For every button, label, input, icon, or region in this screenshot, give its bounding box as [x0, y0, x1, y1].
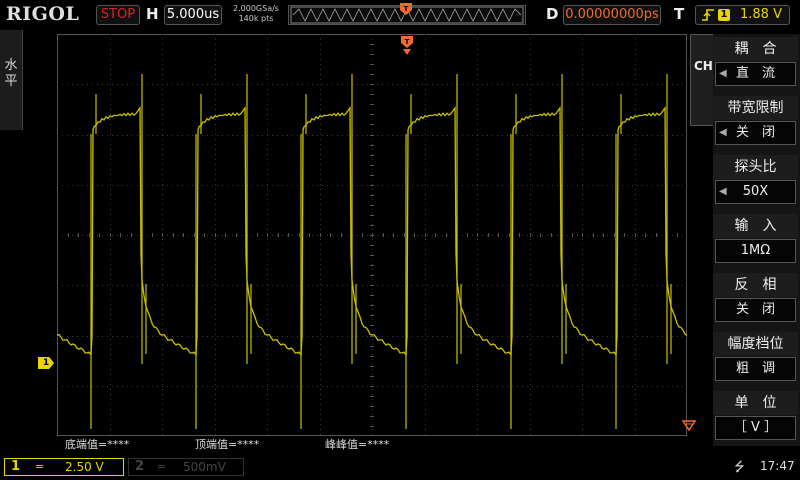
measurement-base: 底端值=****	[65, 438, 130, 451]
trigger-level-offscreen-icon	[682, 420, 696, 432]
menu-item-volts-div[interactable]: 幅度档位 粗 调	[713, 329, 798, 385]
usb-icon: ⭍	[734, 460, 745, 475]
menu-item-value: 粗 调	[715, 357, 796, 381]
menu-item-value: ◀ 50X	[715, 180, 796, 204]
ch1-scale: 2.50 V	[65, 460, 104, 474]
ch2-status[interactable]: 2 = 500mV	[128, 458, 244, 476]
left-arrow-icon: ◀	[719, 186, 727, 197]
menu-item-title: 幅度档位	[713, 332, 798, 356]
sample-rate: 2.000GSa/s	[233, 4, 279, 13]
ch1-ground-marker[interactable]: 1	[38, 357, 54, 369]
left-arrow-icon: ◀	[719, 127, 727, 138]
measurement-peak-to-peak: 峰峰值=****	[325, 438, 390, 451]
timebase-value[interactable]: 5.000us	[164, 5, 222, 25]
menu-item-input-impedance[interactable]: 输 入 1MΩ	[713, 211, 798, 267]
menu-item-unit[interactable]: 单 位 ［ V ］	[713, 388, 798, 444]
trigger-label: T	[674, 5, 685, 23]
menu-item-coupling[interactable]: 耦 合 ◀ 直 流	[713, 34, 798, 90]
menu-item-value: ◀ 关 闭	[715, 121, 796, 145]
trigger-channel-badge: 1	[718, 9, 730, 21]
graticule-grid	[57, 34, 687, 436]
menu-item-title: 单 位	[713, 391, 798, 415]
run-stop-status[interactable]: STOP	[96, 5, 140, 25]
horizontal-tab[interactable]: 水平	[0, 30, 23, 130]
measurement-top: 顶端值=****	[195, 438, 260, 451]
menu-item-value: 关 闭	[715, 298, 796, 322]
ch2-number: 2	[135, 459, 145, 474]
channel-menu: 耦 合 ◀ 直 流 带宽限制 ◀ 关 闭 探头比 ◀ 50X 输 入 1MΩ 反 相 …	[713, 34, 800, 446]
sample-info: 2.000GSa/s 140k pts	[228, 4, 284, 24]
menu-item-invert[interactable]: 反 相 关 闭	[713, 270, 798, 326]
horizontal-tab-label: 水平	[4, 58, 18, 89]
horizontal-label: H	[146, 5, 159, 23]
svg-text:T: T	[404, 5, 409, 13]
trigger-position-icon: T	[400, 3, 412, 15]
menu-item-value: ［ V ］	[715, 416, 796, 440]
trigger-status[interactable]: 1 1.88 V	[695, 5, 790, 25]
memory-depth: 140k pts	[238, 14, 274, 23]
menu-item-title: 带宽限制	[713, 96, 798, 120]
ch1-status[interactable]: 1 = 2.50 V	[4, 458, 124, 476]
ch1-menu-tab[interactable]: CH1	[690, 34, 722, 126]
menu-item-title: 探头比	[713, 155, 798, 179]
menu-item-title: 反 相	[713, 273, 798, 297]
ch1-menu-tab-label: CH1	[694, 59, 722, 73]
waveform-display[interactable]	[57, 34, 687, 436]
bottom-status-bar: 1 = 2.50 V 2 = 500mV ⭍ 17:47	[0, 452, 800, 480]
rising-edge-icon	[702, 9, 714, 21]
trigger-time-marker-icon[interactable]: T	[401, 36, 413, 56]
trigger-level: 1.88 V	[740, 7, 782, 22]
svg-text:T: T	[405, 38, 410, 46]
menu-item-bandwidth-limit[interactable]: 带宽限制 ◀ 关 闭	[713, 93, 798, 149]
menu-item-title: 耦 合	[713, 37, 798, 61]
top-status-bar: RIGOL STOP H 5.000us 2.000GSa/s 140k pts…	[0, 0, 800, 30]
ch2-coupling-icon: =	[157, 460, 167, 473]
rigol-logo: RIGOL	[6, 3, 80, 25]
menu-item-value: ◀ 直 流	[715, 62, 796, 86]
menu-item-value: 1MΩ	[715, 239, 796, 263]
menu-item-probe-ratio[interactable]: 探头比 ◀ 50X	[713, 152, 798, 208]
left-arrow-icon: ◀	[719, 68, 727, 79]
delay-value[interactable]: 0.00000000ps	[563, 5, 661, 25]
ch2-scale: 500mV	[183, 460, 226, 474]
delay-label: D	[546, 5, 559, 23]
menu-item-title: 输 入	[713, 214, 798, 238]
clock-time: 17:47	[760, 459, 795, 473]
ch1-number: 1	[11, 459, 21, 474]
ch1-waveform-spikes	[90, 74, 672, 429]
ch1-coupling-icon: =	[35, 460, 45, 473]
memory-position-bar[interactable]: T	[288, 3, 526, 25]
